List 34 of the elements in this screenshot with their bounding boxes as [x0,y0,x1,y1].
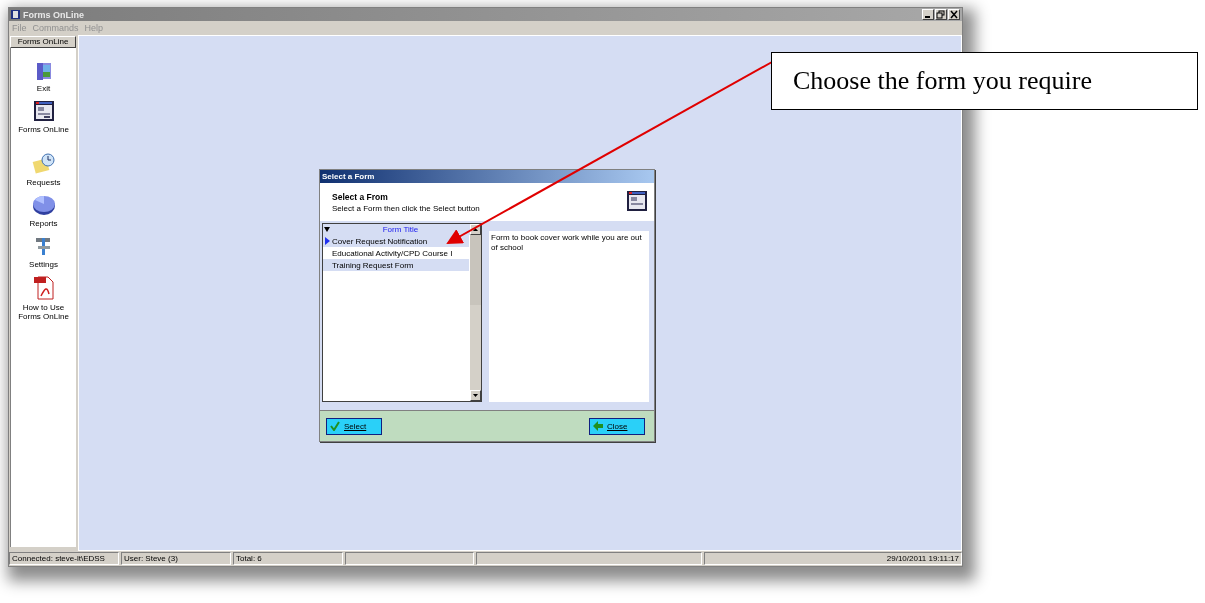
sidebar-item[interactable]: Requests [13,153,74,187]
callout-text: Choose the form you require [771,52,1198,110]
list-row[interactable]: Training Request Form [323,259,469,271]
minimize-icon[interactable] [922,9,934,20]
check-icon [330,421,340,431]
dialog-title: Select a Form [320,170,654,183]
sort-icon[interactable] [323,226,331,233]
dialog-heading: Select a From [332,191,389,202]
form-description: Form to book cover work while you are out of school [489,231,649,402]
scrollbar[interactable] [470,224,481,401]
select-button[interactable]: Select [326,417,382,435]
status-field: Connected: steve-lt\EDSS [9,552,119,565]
sidebar-item[interactable]: Reports [13,194,74,228]
left-arrow-icon [593,421,603,431]
status-field: User: Steve (3) [121,552,231,565]
dialog-instructions: Select a Form then click the Select button [332,203,480,213]
sidebar-header-button[interactable]: Forms OnLine [10,36,76,48]
sidebar-item[interactable]: How to Use Forms OnLine [13,276,74,321]
close-icon[interactable] [948,9,960,20]
status-field: Total: 6 [233,552,343,565]
list-row[interactable]: Cover Request Notification [323,235,469,247]
sidebar-item[interactable]: Forms OnLine [13,100,74,134]
app-icon [11,10,20,19]
form-window-icon [32,100,55,122]
restore-icon[interactable] [935,9,947,20]
pdf-icon [32,276,55,300]
notes-clock-icon [31,153,56,175]
close-button[interactable]: Close [589,417,645,435]
window-title: Forms OnLine [23,9,84,20]
status-datetime: 29/10/2011 19:11:17 [704,552,962,565]
pie-chart-icon [31,194,56,216]
sidebar-item[interactable]: Settings [13,235,74,269]
form-window-icon [626,190,648,212]
sidebar-item[interactable]: Exit [13,61,74,93]
